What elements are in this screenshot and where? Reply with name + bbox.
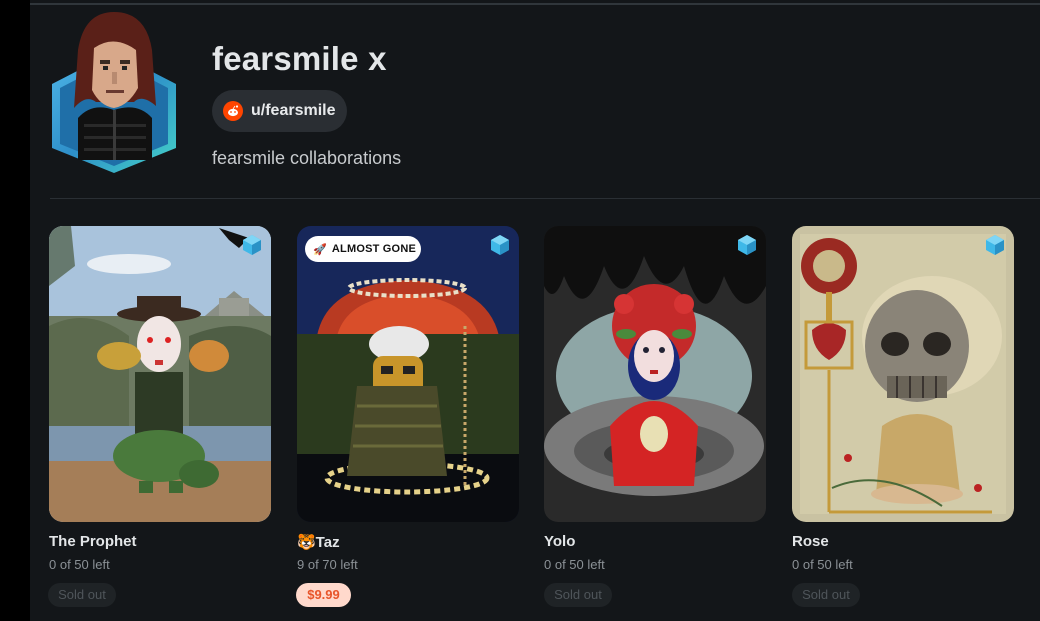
collectible-image [49, 226, 271, 522]
profile-avatar [48, 10, 180, 174]
card-title[interactable]: The Prophet [49, 533, 137, 550]
collectible-image [297, 226, 519, 522]
almost-gone-label: ALMOST GONE [331, 243, 416, 255]
collectible-image [544, 226, 766, 522]
sold-out-badge: Sold out [48, 583, 116, 607]
card-title[interactable]: 🐯Taz [297, 533, 340, 551]
left-edge [0, 0, 30, 621]
collectible-card-yolo[interactable] [544, 226, 766, 522]
card-availability: 0 of 50 left [49, 557, 110, 572]
collectible-card-taz[interactable]: 🚀 ALMOST GONE [297, 226, 519, 522]
polygon-icon [738, 235, 756, 255]
price-button[interactable]: $9.99 [296, 583, 351, 607]
almost-gone-badge: 🚀 ALMOST GONE [305, 236, 421, 262]
user-handle: u/fearsmile [251, 102, 336, 119]
card-availability: 0 of 50 left [544, 557, 605, 572]
card-title[interactable]: Rose [792, 533, 829, 550]
divider [30, 3, 1040, 5]
card-availability: 9 of 70 left [297, 557, 358, 572]
divider [50, 198, 1040, 199]
card-title[interactable]: Yolo [544, 533, 575, 550]
sold-out-badge: Sold out [544, 583, 612, 607]
user-handle-button[interactable]: u/fearsmile [212, 90, 347, 132]
rocket-icon: 🚀 [313, 243, 327, 256]
polygon-icon [243, 235, 261, 255]
sold-out-badge: Sold out [792, 583, 860, 607]
profile-description: fearsmile collaborations [212, 148, 402, 168]
collectible-card-rose[interactable] [792, 226, 1014, 522]
profile-name: fearsmile x [212, 40, 387, 77]
reddit-icon [223, 101, 243, 121]
collectible-image [792, 226, 1014, 522]
collectible-card-the-prophet[interactable] [49, 226, 271, 522]
card-availability: 0 of 50 left [792, 557, 853, 572]
polygon-icon [986, 235, 1004, 255]
polygon-icon [491, 235, 509, 255]
